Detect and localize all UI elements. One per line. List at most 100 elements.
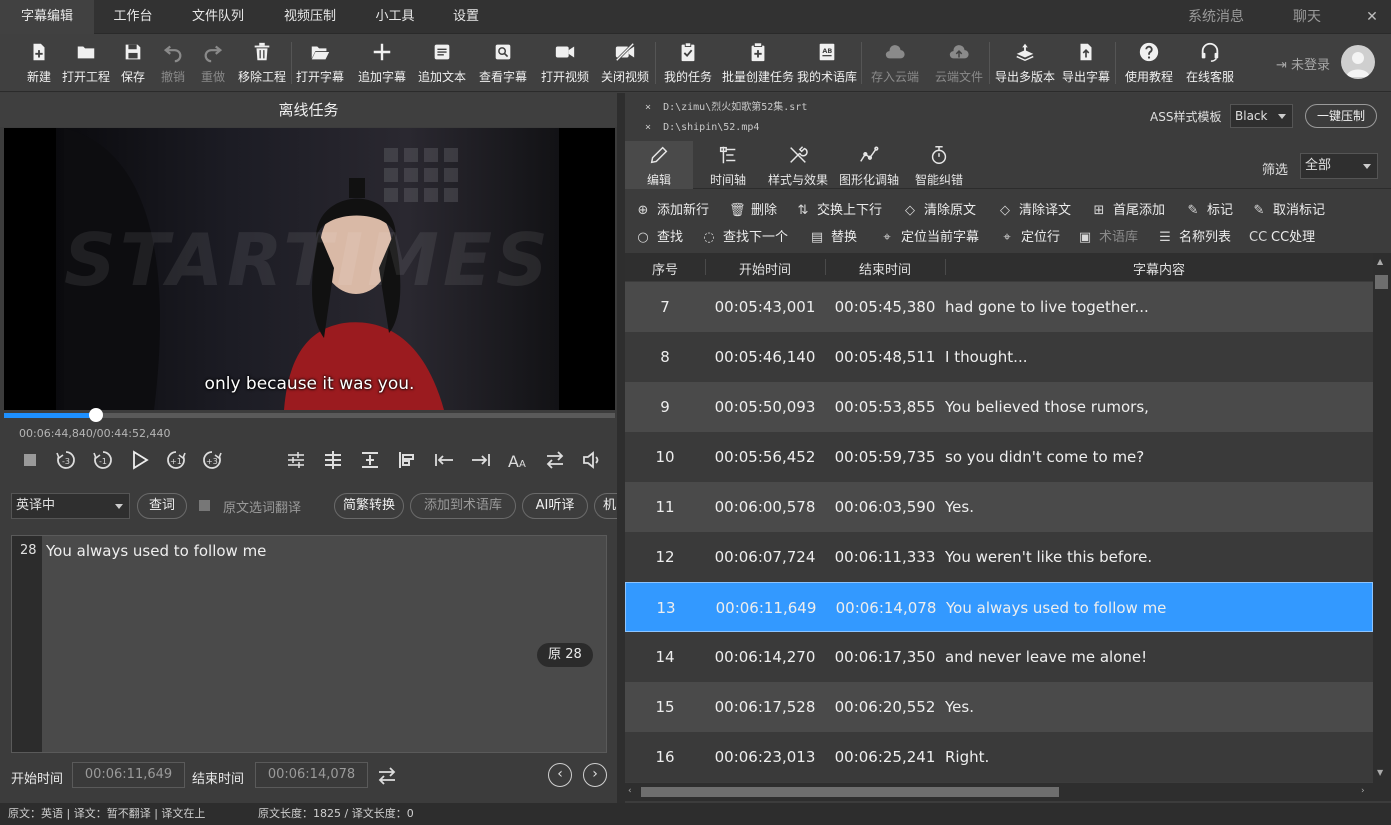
horizontal-scrollbar[interactable]: ‹ › [625,783,1391,801]
toolbar-button-camera-off[interactable]: 关闭视频 [598,38,652,88]
simplified-traditional-button[interactable]: 简繁转换 [334,493,404,519]
tab-workbench[interactable]: 工作台 [100,0,166,34]
ai-listen-button[interactable]: AI听译 [522,493,588,519]
tab-file-queue[interactable]: 文件队列 [180,0,256,34]
sliders-icon[interactable] [282,446,310,474]
vertical-scrollbar[interactable]: ▲ ▼ [1373,253,1391,783]
toolbar-button-save[interactable]: 保存 [118,38,148,88]
subtitle-editor[interactable]: 28 You always used to follow me [11,535,607,753]
system-messages-link[interactable]: 系统消息 [1188,0,1244,34]
toolbar-button-file-export[interactable]: 导出字幕 [1060,38,1112,88]
start-time-field[interactable]: 00:06:11,649 [72,762,185,788]
scroll-down-icon[interactable]: ▼ [1377,768,1383,777]
editor-text[interactable]: You always used to follow me [46,542,266,560]
action-actions_row2-5[interactable]: ▣ 术语库 [1077,226,1138,245]
action-actions_row2-1[interactable]: ◌ 查找下一个 [701,226,788,245]
action-actions_row2-7[interactable]: CC CC处理 [1249,226,1315,245]
scroll-thumb[interactable] [1375,275,1388,289]
column-header-end[interactable]: 结束时间 [825,259,945,278]
table-row[interactable]: 8 00:05:46,140 00:05:48,511 I thought... [625,332,1373,382]
video-player[interactable]: STARTIMES only because it was you. [4,128,615,410]
avatar[interactable] [1341,45,1375,79]
select-translate-checkbox[interactable] [199,500,210,511]
toolbar-button-batch-task[interactable]: 批量创建任务 [720,38,796,88]
scroll-thumb[interactable] [641,787,1059,797]
forward-3-icon[interactable]: +3 [198,446,226,474]
toolbar-button-trash[interactable]: 移除工程 [236,38,288,88]
action-actions_row1-5[interactable]: ⊞ 首尾添加 [1091,199,1165,218]
toolbar-button-cloud[interactable]: 存入云端 [868,38,922,88]
column-header-no[interactable]: 序号 [625,259,705,278]
chat-link[interactable]: 聊天 [1293,0,1321,34]
tab-settings[interactable]: 设置 [440,0,492,34]
toolbar-button-headset[interactable]: 在线客服 [1184,38,1236,88]
action-actions_row1-6[interactable]: ✎ 标记 [1185,199,1233,218]
toolbar-button-help[interactable]: 使用教程 [1124,38,1174,88]
toolbar-button-camera[interactable]: 打开视频 [538,38,592,88]
table-row[interactable]: 12 00:06:07,724 00:06:11,333 You weren't li… [625,532,1373,582]
tab-style-effects[interactable]: 样式与效果 [763,141,833,189]
toolbar-button-text-doc[interactable]: 追加文本 [416,38,468,88]
action-actions_row1-1[interactable]: 🗑 删除 [729,199,777,218]
swap-times-icon[interactable] [375,764,399,788]
tab-video-compress[interactable]: 视频压制 [270,0,350,34]
toolbar-button-folder[interactable]: 打开工程 [60,38,112,88]
action-actions_row1-4[interactable]: ◇ 清除译文 [997,199,1071,218]
table-row[interactable]: 14 00:06:14,270 00:06:17,350 and never leav… [625,632,1373,682]
scroll-left-icon[interactable]: ‹ [628,786,632,796]
table-row[interactable]: 9 00:05:50,093 00:05:53,855 You believed th… [625,382,1373,432]
seek-handle[interactable] [88,408,103,422]
action-actions_row2-6[interactable]: ☰ 名称列表 [1157,226,1231,245]
table-row[interactable]: 11 00:06:00,578 00:06:03,590 Yes. [625,482,1373,532]
translate-direction-select[interactable]: 英译中 [11,493,130,519]
table-row[interactable]: 13 00:06:11,649 00:06:14,078 You always use… [625,582,1373,632]
swap-icon[interactable] [541,446,569,474]
next-line-icon[interactable]: › [583,763,607,787]
stop-icon[interactable] [16,446,44,474]
table-row[interactable]: 15 00:06:17,528 00:06:20,552 Yes. [625,682,1373,732]
action-actions_row1-7[interactable]: ✎ 取消标记 [1251,199,1325,218]
tab-subtitle-edit[interactable]: 字幕编辑 [0,0,94,34]
action-actions_row2-4[interactable]: ⌖ 定位行 [999,226,1060,245]
lookup-button[interactable]: 查词 [137,493,187,519]
file-tab-srt[interactable]: × D:\zimu\烈火如歌第52集.srt [645,98,807,113]
toolbar-button-clipboard-check[interactable]: 我的任务 [662,38,714,88]
seek-bar[interactable] [4,408,615,422]
toolbar-button-redo[interactable]: 重做 [198,38,228,88]
panel-divider[interactable] [617,93,625,803]
tab-tools[interactable]: 小工具 [362,0,428,34]
align-vertical-icon[interactable] [356,446,384,474]
toolbar-button-undo[interactable]: 撤销 [158,38,188,88]
toolbar-button-layers-export[interactable]: 导出多版本 [994,38,1056,88]
action-actions_row2-3[interactable]: ⌖ 定位当前字幕 [879,226,979,245]
tab-smart-correct[interactable]: 智能纠错 [905,141,973,189]
filter-select[interactable]: 全部 [1300,153,1378,179]
play-icon[interactable] [125,446,153,474]
prev-line-icon[interactable]: ‹ [548,763,572,787]
column-header-start[interactable]: 开始时间 [705,259,825,278]
table-row[interactable]: 10 00:05:56,452 00:05:59,735 so you didn't … [625,432,1373,482]
toolbar-button-new-file[interactable]: 新建 [24,38,54,88]
file-tab-mp4[interactable]: × D:\shipin\52.mp4 [645,122,759,133]
align-left-icon[interactable] [393,446,421,474]
login-status[interactable]: ⇥ 未登录 [1276,54,1330,73]
close-icon[interactable]: × [645,122,663,133]
end-time-field[interactable]: 00:06:14,078 [255,762,368,788]
tab-graph-timing[interactable]: 图形化调轴 [834,141,904,189]
column-header-content[interactable]: 字幕内容 [945,259,1373,278]
action-actions_row2-0[interactable]: ○ 查找 [635,226,683,245]
scroll-right-icon[interactable]: › [1361,786,1365,796]
scroll-up-icon[interactable]: ▲ [1377,257,1383,266]
tab-edit[interactable]: 编辑 [625,141,693,189]
jump-start-icon[interactable] [430,446,458,474]
font-size-icon[interactable]: AA [504,446,532,474]
tab-timeline[interactable]: 时间轴 [694,141,762,189]
toolbar-button-view-subtitle[interactable]: 查看字幕 [476,38,530,88]
table-row[interactable]: 7 00:05:43,001 00:05:45,380 had gone to liv… [625,282,1373,332]
action-actions_row1-2[interactable]: ⇅ 交换上下行 [795,199,882,218]
rewind-1-icon[interactable]: -1 [89,446,117,474]
action-actions_row1-0[interactable]: ⊕ 添加新行 [635,199,709,218]
ass-template-select[interactable]: Black [1230,104,1293,128]
toolbar-button-glossary[interactable]: AB 我的术语库 [796,38,858,88]
add-to-glossary-button[interactable]: 添加到术语库 [410,493,516,519]
